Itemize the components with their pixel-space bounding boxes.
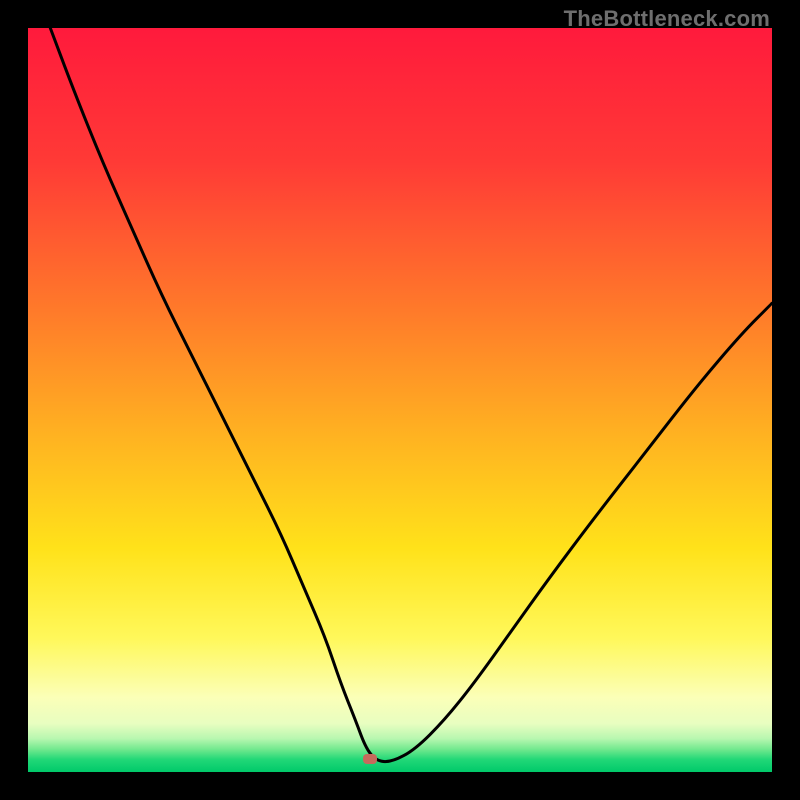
chart-frame: TheBottleneck.com (0, 0, 800, 800)
curve-path (50, 28, 772, 762)
optimal-point-marker (363, 754, 377, 764)
plot-area (28, 28, 772, 772)
bottleneck-curve (28, 28, 772, 772)
watermark-text: TheBottleneck.com (564, 6, 770, 32)
